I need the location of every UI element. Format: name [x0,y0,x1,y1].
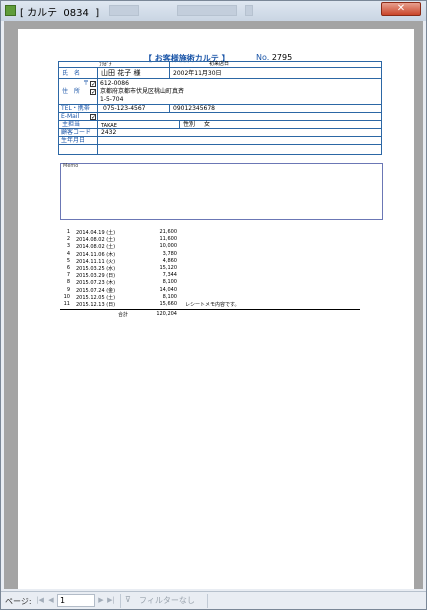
form-rule [59,78,381,79]
total-row: 合計 120,204 [62,311,362,319]
history-amount: 11,600 [159,236,178,243]
form-rule [97,67,98,154]
history-index: 8 [66,279,70,286]
nav-separator [120,594,121,608]
report-window: [ カルテ 0834 ] ✕ 【 お客様施術カルテ 】 No. 2795 ﾌﾘｶ… [0,0,427,610]
first-visit-value: 2002年11月30日 [173,70,222,77]
postal-mark-label: 〒 [83,80,90,87]
form-rule [59,144,381,145]
first-page-button[interactable]: |◀ [35,595,45,606]
app-icon [5,5,16,16]
history-index: 6 [66,265,70,271]
history-index: 7 [66,272,70,279]
form-rule [169,62,170,78]
name-value: 山田 花子 様 [101,69,141,77]
history-row: 11 2015.12.13 (日) 15,660 レシートメモ内容です。 [62,301,362,309]
record-navigation-bar: ページ: |◀ ◀ 1 ▶ ▶| ⊽ フィルターなし [1,591,426,609]
postal-checkbox[interactable]: ✓ [90,81,96,88]
window-title: [ カルテ 0834 ] [20,8,100,19]
email-checkbox[interactable]: ✓ [90,114,96,121]
history-date: 2015.12.13 (日) [76,302,116,308]
history-date: 2014.08.02 (土) [76,244,116,251]
report-viewport[interactable]: 【 お客様施術カルテ 】 No. 2795 ﾌﾘｶﾞﾅ 初来店日 氏 名 山田 … [4,21,423,589]
history-amount: 10,000 [159,243,178,250]
history-amount: 8,100 [162,293,177,300]
history-date: 2015.03.25 (水) [76,266,116,272]
history-amount: 14,040 [159,286,178,293]
last-page-button[interactable]: ▶| [106,595,116,606]
history-amount: 15,120 [159,265,178,271]
address-line1-value: 京都府京都市伏見区桃山町真斉 [100,88,185,95]
address-label: 住 所 [62,88,81,95]
customer-form: ﾌﾘｶﾞﾅ 初来店日 氏 名 山田 花子 様 2002年11月30日 〒 ✓ 住… [58,61,382,155]
nav-separator [207,594,208,608]
title-ghost-block [177,5,237,16]
total-value: 120,204 [156,311,177,317]
first-visit-label: 初来店日 [209,61,230,67]
mobile-value: 09012345678 [173,105,215,112]
page-label: ページ: [5,597,32,606]
history-date: 2015.07.24 (金) [76,287,116,294]
history-note: レシートメモ内容です。 [185,302,240,308]
address-checkbox[interactable]: ✓ [90,89,96,96]
name-label: 氏 名 [62,70,81,77]
page-number-input[interactable]: 1 [57,594,95,607]
form-rule [59,120,381,121]
birthday-label: 生年月日 [61,137,86,144]
history-date: 2015.12.05 (土) [76,294,116,301]
form-rule [169,104,170,112]
form-rule [179,120,180,128]
history-index: 3 [66,243,70,250]
furigana-label: ﾌﾘｶﾞﾅ [99,62,112,68]
total-label: 合計 [118,312,129,318]
history-date: 2014.04.19 (土) [76,230,116,236]
title-ghost-block [109,5,139,16]
close-button[interactable]: ✕ [381,2,421,16]
postal-code-value: 612-0086 [100,80,129,87]
filter-status[interactable]: フィルターなし [139,595,195,606]
history-index: 10 [63,293,70,300]
staff-label: 主担当 [62,121,81,128]
gender-value: 女 [204,121,211,128]
history-date: 2015.07.23 (木) [76,280,116,287]
address-line2-value: 1-5-704 [100,96,124,103]
history-index: 2 [66,236,70,243]
report-page: 【 お客様施術カルテ 】 No. 2795 ﾌﾘｶﾞﾅ 初来店日 氏 名 山田 … [18,29,414,589]
email-label: E-Mail [61,113,80,120]
history-index: 11 [63,301,70,307]
memo-label: Memo [63,163,79,169]
memo-box: Memo [60,163,383,220]
history-amount: 3,780 [162,250,177,257]
tel-value: 075-123-4567 [103,105,146,112]
prev-page-button[interactable]: ◀ [46,595,56,606]
total-rule [60,309,360,310]
tel-label: TEL・携帯 [61,105,90,112]
title-ghost-block [245,5,253,16]
history-date: 2014.08.02 (土) [76,237,116,244]
history-index: 4 [66,250,70,257]
history-amount: 15,660 [159,301,178,307]
history-date: 2014.11.06 (木) [76,251,116,258]
next-page-button[interactable]: ▶ [97,595,105,606]
customer-code-value: 2432 [101,129,117,136]
history-amount: 7,344 [162,272,177,279]
history-date: 2014.11.11 (火) [76,258,116,265]
history-index: 1 [66,229,70,235]
gender-label: 性別 [183,121,196,128]
history-index: 5 [66,257,70,264]
history-date: 2015.03.29 (日) [76,273,116,280]
customer-code-label: 顧客コード [61,129,92,136]
history-amount: 4,860 [162,257,177,264]
history-index: 9 [66,286,70,293]
history-amount: 21,600 [159,229,178,235]
filter-icon: ⊽ [125,595,131,604]
title-bar[interactable]: [ カルテ 0834 ] ✕ [1,1,426,21]
history-amount: 8,100 [162,279,177,286]
